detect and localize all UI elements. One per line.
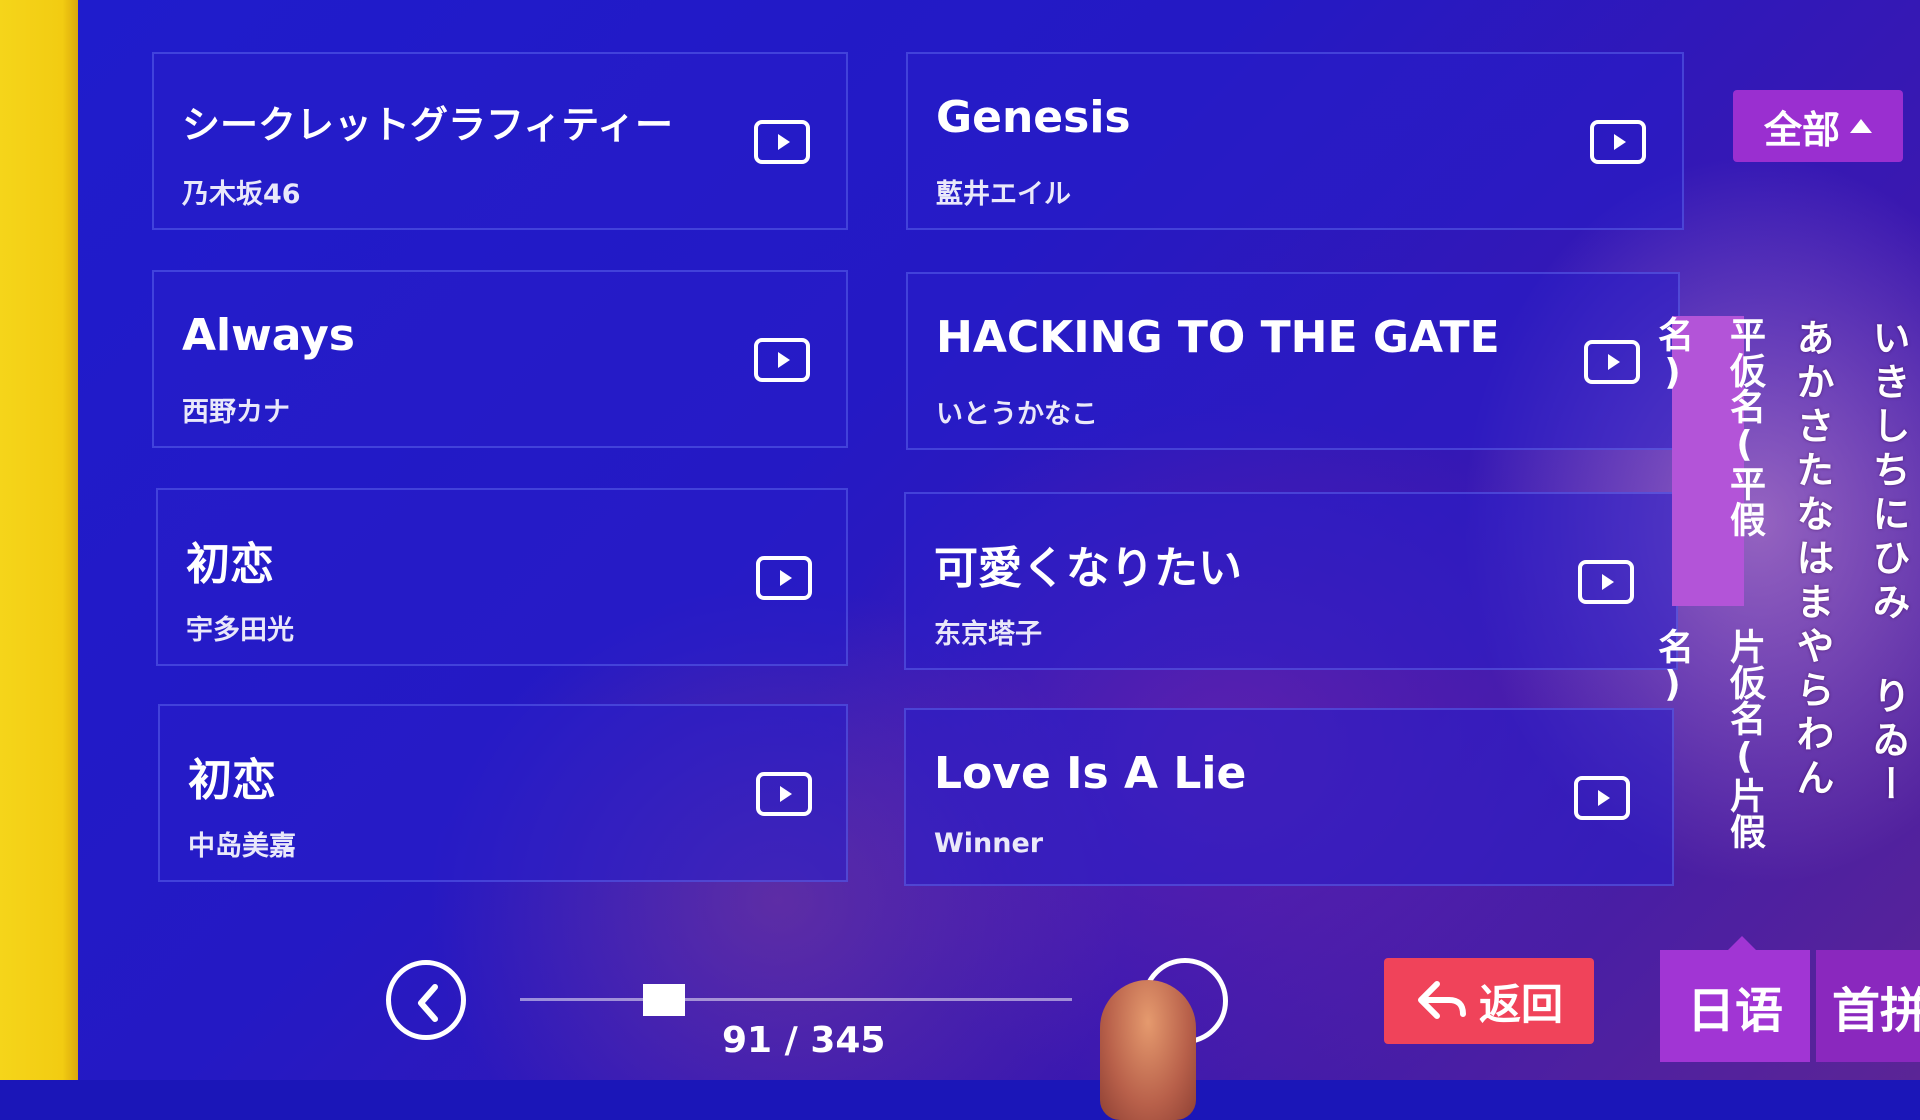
song-card[interactable]: Genesis 藍井エイル <box>906 52 1684 230</box>
return-arrow-icon <box>1417 981 1466 1019</box>
device-bezel <box>0 0 78 1080</box>
song-artist: いとうかなこ <box>936 399 1098 430</box>
song-artist: 西野カナ <box>182 397 290 428</box>
back-button-label: 返回 <box>1478 979 1563 1029</box>
play-preview-icon[interactable] <box>754 338 810 382</box>
play-preview-icon[interactable] <box>1590 120 1646 164</box>
song-artist: 中岛美嘉 <box>188 831 296 862</box>
song-card[interactable]: Love Is A Lie Winner <box>904 708 1674 886</box>
language-tab-pointer <box>1728 936 1756 950</box>
song-title: 初恋 <box>186 539 274 590</box>
caret-up-icon <box>1850 119 1872 133</box>
tab-hiragana-label: 平仮名(平假名) <box>1652 316 1765 537</box>
page-indicator: 91 / 345 <box>722 1020 886 1061</box>
song-card[interactable]: 初恋 中岛美嘉 <box>158 704 848 882</box>
song-title: Love Is A Lie <box>934 748 1247 799</box>
song-title: Always <box>182 310 355 361</box>
play-preview-icon[interactable] <box>756 772 812 816</box>
song-title: 可愛くなりたい <box>934 543 1242 594</box>
song-card[interactable]: HACKING TO THE GATE いとうかなこ <box>906 272 1680 450</box>
filter-all-label: 全部 <box>1763 107 1840 152</box>
page-slider-track[interactable] <box>520 998 1072 1001</box>
kana-index-column[interactable]: いきしちにひみ りゐー <box>1856 318 1916 878</box>
tab-hiragana[interactable]: 平仮名(平假名) <box>1652 316 1765 606</box>
page-slider-thumb[interactable] <box>642 984 685 1016</box>
previous-page-button[interactable] <box>386 960 466 1040</box>
song-title: Genesis <box>936 92 1131 143</box>
tab-initials[interactable]: 首拼 <box>1816 950 1920 1062</box>
tab-japanese[interactable]: 日语 <box>1660 950 1810 1062</box>
karaoke-screen: シークレットグラフィティー 乃木坂46 Always 西野カナ 初恋 宇多田光 … <box>78 0 1920 1120</box>
song-card[interactable]: シークレットグラフィティー 乃木坂46 <box>152 52 848 230</box>
song-title: シークレットグラフィティー <box>182 103 673 147</box>
tab-japanese-label: 日语 <box>1686 983 1783 1039</box>
song-artist: 东京塔子 <box>934 619 1042 650</box>
tab-katakana-label: 片仮名(片假名) <box>1652 628 1765 849</box>
song-card[interactable]: 可愛くなりたい 东京塔子 <box>904 492 1678 670</box>
tab-katakana[interactable]: 片仮名(片假名) <box>1652 628 1765 888</box>
play-preview-icon[interactable] <box>1578 560 1634 604</box>
play-preview-icon[interactable] <box>756 556 812 600</box>
play-preview-icon[interactable] <box>1584 340 1640 384</box>
song-artist: Winner <box>934 828 1044 859</box>
finger-photo-artifact <box>1100 980 1196 1120</box>
chevron-left-icon <box>418 984 438 1022</box>
song-title: 初恋 <box>188 755 276 806</box>
song-artist: 乃木坂46 <box>182 179 301 210</box>
tab-initials-label: 首拼 <box>1832 983 1920 1039</box>
play-preview-icon[interactable] <box>754 120 810 164</box>
kana-index-column[interactable]: あかさたなはまやらわん <box>1780 318 1840 878</box>
play-preview-icon[interactable] <box>1574 776 1630 820</box>
song-card[interactable]: 初恋 宇多田光 <box>156 488 848 666</box>
song-artist: 宇多田光 <box>186 615 294 646</box>
song-card[interactable]: Always 西野カナ <box>152 270 848 448</box>
song-artist: 藍井エイル <box>936 179 1071 210</box>
filter-all-button[interactable]: 全部 <box>1733 90 1903 162</box>
back-button[interactable]: 返回 <box>1384 958 1594 1044</box>
song-title: HACKING TO THE GATE <box>936 312 1500 363</box>
